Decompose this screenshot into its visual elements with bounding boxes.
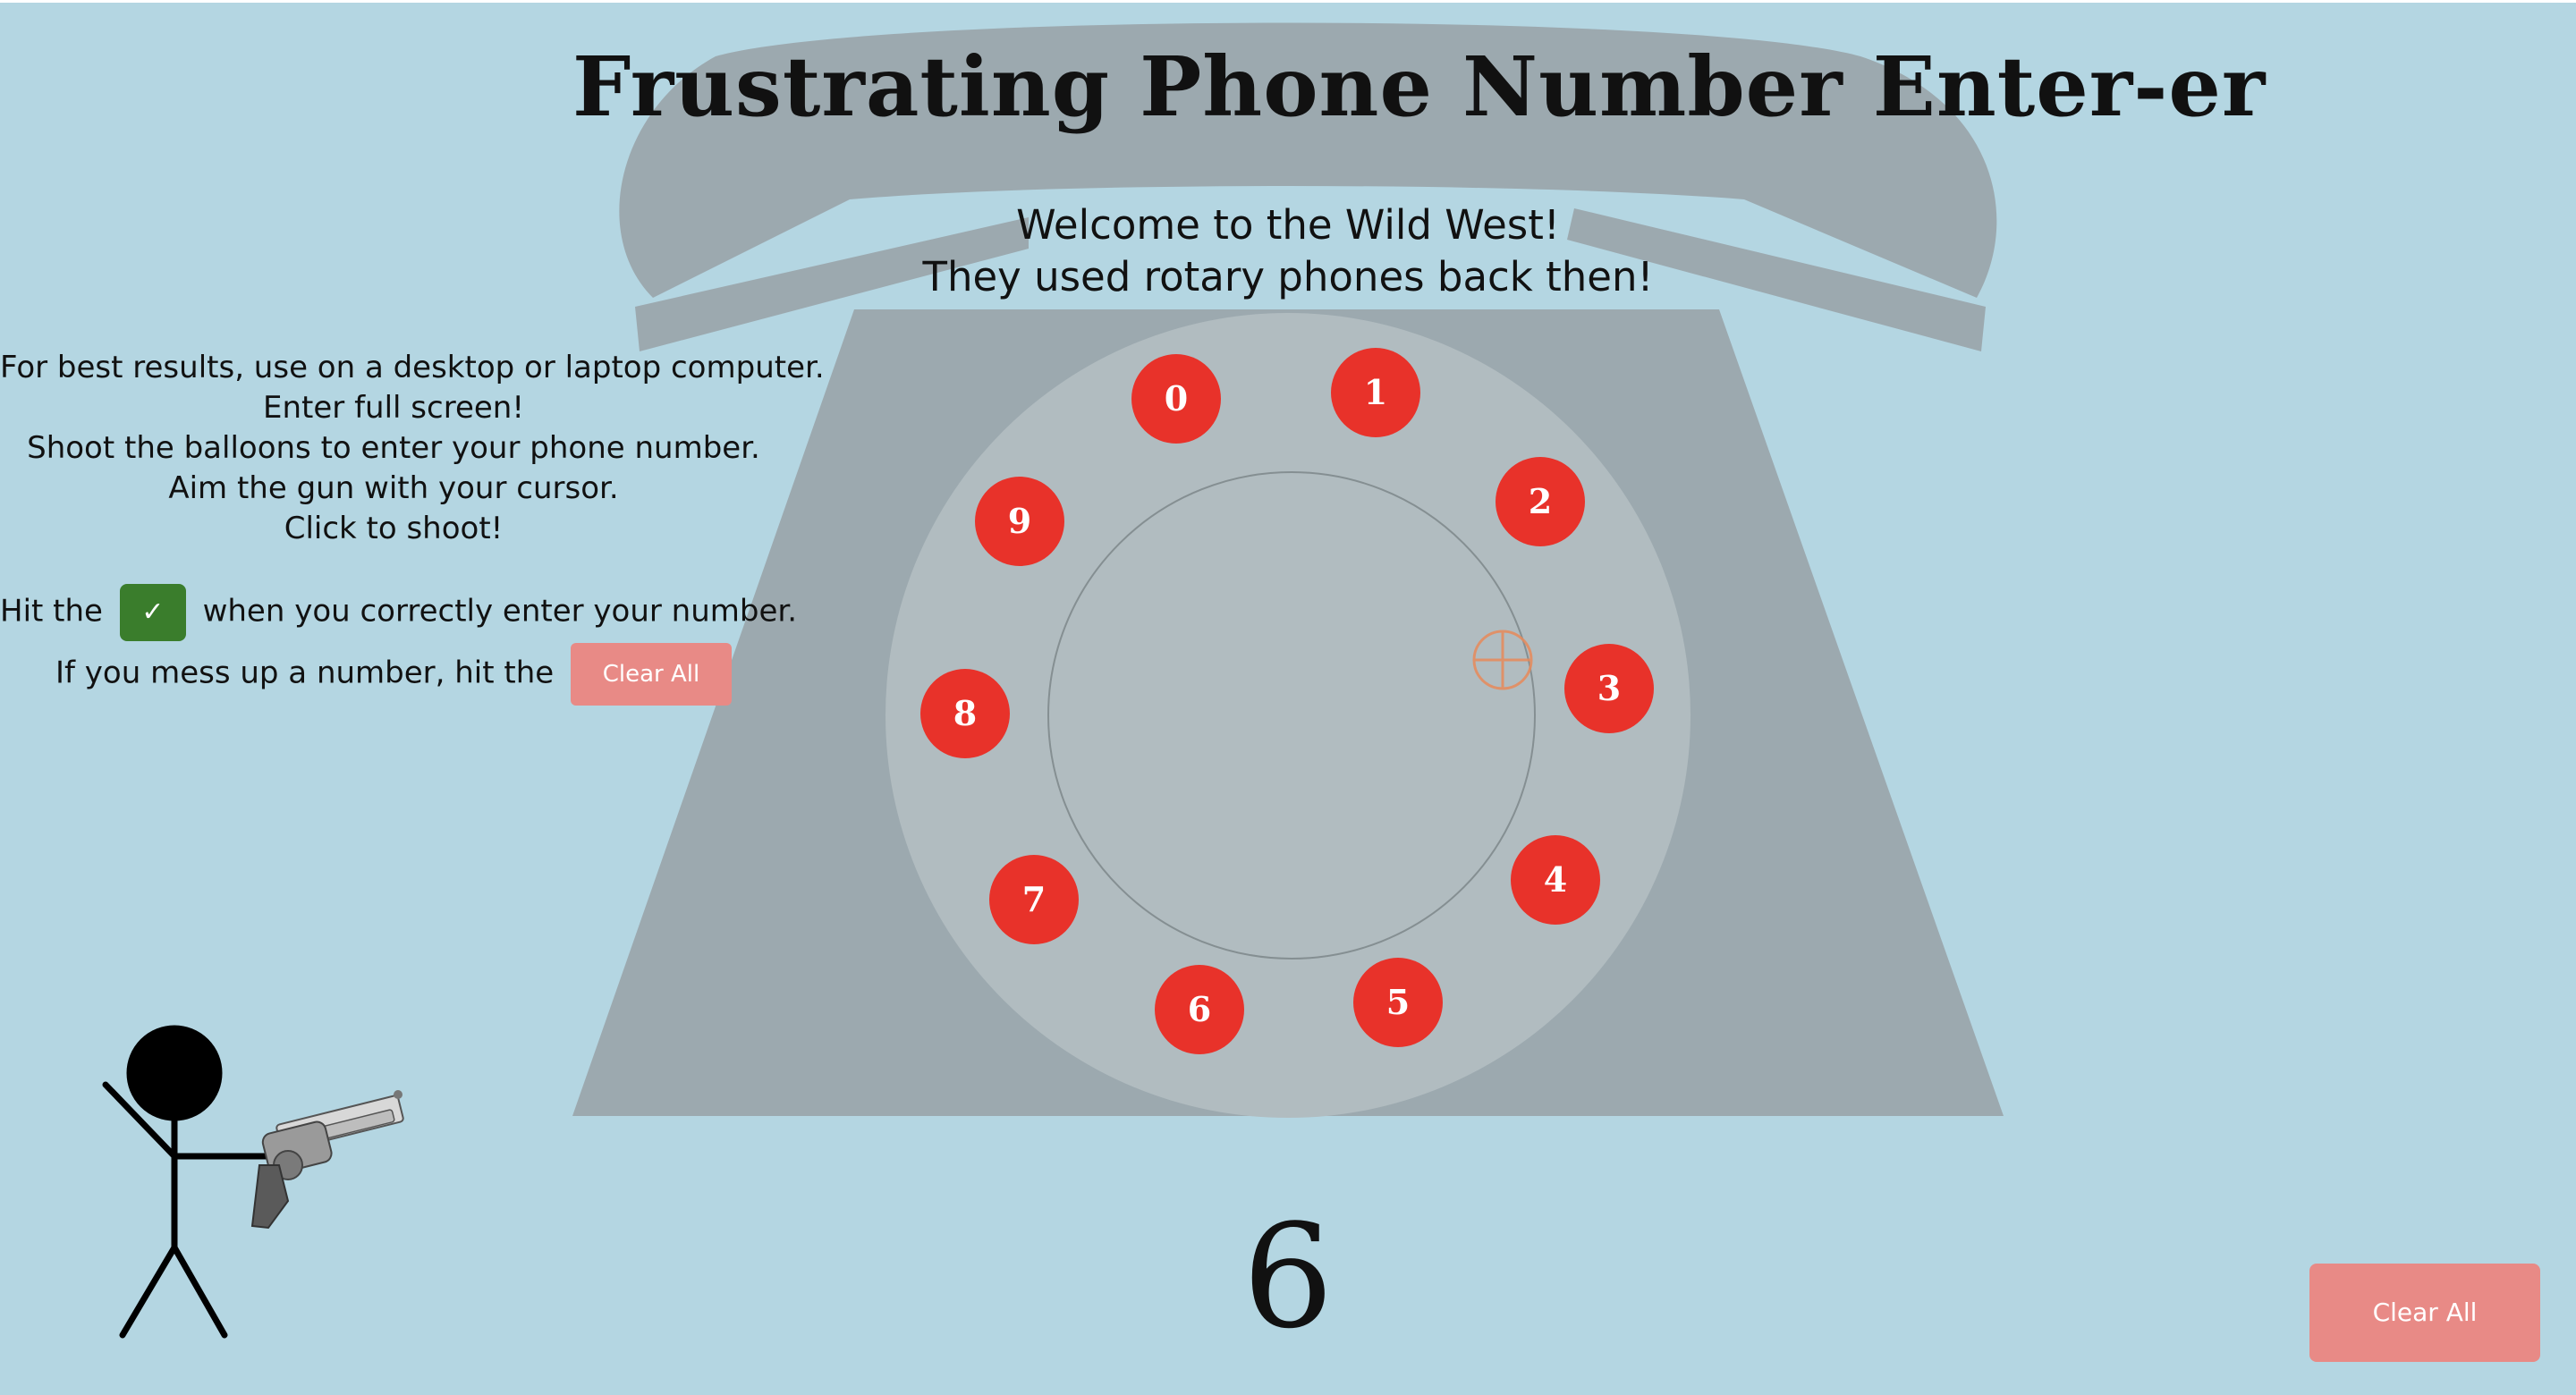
balloon-label: 0 [1165,378,1188,418]
balloon-5[interactable]: 5 [1353,958,1443,1047]
balloon-1[interactable]: 1 [1331,348,1420,437]
clear-instruction: If you mess up a number, hit the Clear A… [0,643,787,706]
instructions: For best results, use on a desktop or la… [0,348,825,549]
balloon-9[interactable]: 9 [975,477,1064,566]
balloon-0[interactable]: 0 [1131,354,1221,444]
balloon-4[interactable]: 4 [1511,835,1600,925]
instruction-line: Shoot the balloons to enter your phone n… [27,430,760,466]
crosshair-icon [1472,630,1533,690]
hit-after-text: when you correctly enter your number. [202,593,798,630]
balloon-7[interactable]: 7 [989,855,1079,944]
instruction-line: Enter full screen! [263,390,524,426]
balloon-label: 9 [1008,501,1031,541]
balloon-3[interactable]: 3 [1564,644,1654,733]
clear-all-inline-button[interactable]: Clear All [571,643,732,706]
page-title: Frustrating Phone Number Enter-er [572,38,2267,135]
mess-text: If you mess up a number, hit the [55,655,555,691]
revolver-icon [250,1090,404,1230]
balloon-8[interactable]: 8 [920,669,1010,758]
instruction-line: Click to shoot! [284,511,504,546]
balloon-label: 8 [953,693,977,733]
balloon-label: 4 [1544,859,1567,900]
submit-instruction: Hit the ✓ when you correctly enter your … [0,584,797,641]
balloon-6[interactable]: 6 [1155,965,1244,1054]
balloon-label: 2 [1529,481,1552,521]
balloon-2[interactable]: 2 [1496,457,1585,546]
stick-figure-icon [102,1025,272,1339]
balloon-label: 3 [1597,668,1621,708]
balloon-label: 7 [1022,879,1046,919]
balloon-label: 1 [1364,372,1387,412]
welcome-line-1: Welcome to the Wild West! [1016,201,1560,249]
welcome-message: Welcome to the Wild West! They used rota… [751,199,1825,303]
checkmark-icon: ✓ [119,584,186,641]
instruction-line: Aim the gun with your cursor. [168,470,619,506]
clear-all-button[interactable]: Clear All [2309,1264,2540,1362]
game-stage[interactable]: 0 1 2 3 4 5 6 7 8 9 Frustrating Phone Number Ente… [0,0,2576,1395]
hit-before-text: Hit the [0,593,103,630]
welcome-line-2: They used rotary phones back then! [922,253,1654,300]
balloon-label: 5 [1386,982,1410,1022]
entered-number-display: 6 [1242,1193,1334,1360]
instruction-line: For best results, use on a desktop or la… [0,350,825,385]
balloon-label: 6 [1188,989,1211,1029]
